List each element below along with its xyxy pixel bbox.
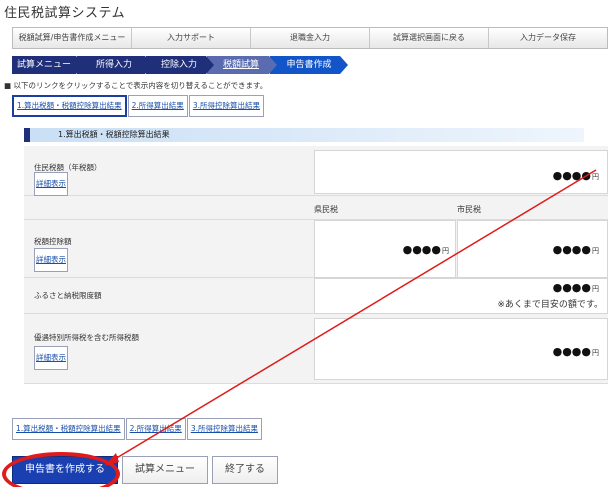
row-tax-credit: 税額控除額 詳細表示 ●●●●円 ●●●●円 (24, 220, 608, 278)
resident-tax-amount: ●●●●円 (552, 169, 599, 182)
tab-tax-credit-result[interactable]: 1.算出税額・税額控除算出結果 (12, 95, 127, 117)
row-furusato: ふるさと納税限度額 ●●●●円 ※あくまで目安の額です。 (24, 278, 608, 314)
municipal-credit-cell: ●●●●円 (457, 220, 608, 278)
municipal-tax-header: 市民税 (457, 205, 481, 214)
menu-tax-menu[interactable]: 税額試算/申告書作成メニュー (13, 28, 132, 48)
separate-income-amount: ●●●●円 (552, 345, 599, 358)
menu-save-data[interactable]: 入力データ保存 (489, 28, 607, 48)
row-separate-income-tax: 優遇特別所得税を含む所得税額 詳細表示 ●●●●円 (24, 314, 608, 384)
result-tabs-top: 1.算出税額・税額控除算出結果 2.所得算出結果 3.所得控除算出結果 (12, 95, 265, 117)
row-column-headers: 県民税 市民税 (24, 196, 608, 220)
step-menu[interactable]: 試算メニュー (12, 56, 84, 74)
step-deduction-input[interactable]: 控除入力 (146, 56, 214, 74)
municipal-credit-amount: ●●●●円 (552, 243, 599, 256)
menu-back-to-selection[interactable]: 試算選択画面に戻る (370, 28, 489, 48)
tax-credit-detail-button[interactable]: 詳細表示 (34, 248, 68, 272)
tab-income-result-bottom[interactable]: 2.所得算出結果 (125, 418, 186, 440)
tab-deduction-result-bottom[interactable]: 3.所得控除算出結果 (186, 418, 262, 440)
section-title: 1.算出税額・税額控除算出結果 (58, 130, 170, 139)
result-table: 住民税額（年税額） 詳細表示 ●●●●円 県民税 市民税 税額控除額 詳細表示 … (24, 146, 608, 410)
separate-income-tax-label: 優遇特別所得税を含む所得税額 (34, 333, 139, 342)
row-resident-tax: 住民税額（年税額） 詳細表示 ●●●●円 (24, 146, 608, 196)
furusato-label: ふるさと納税限度額 (34, 291, 102, 300)
tab-tax-credit-result-bottom[interactable]: 1.算出税額・税額控除算出結果 (12, 418, 125, 440)
prefectural-credit-amount: ●●●●円 (402, 243, 449, 256)
step-tax-estimate[interactable]: 税額試算 (207, 56, 277, 74)
tab-income-result[interactable]: 2.所得算出結果 (127, 95, 188, 117)
tax-menu-button[interactable]: 試算メニュー (122, 456, 208, 484)
separate-income-detail-button[interactable]: 詳細表示 (34, 346, 68, 370)
top-menubar: 税額試算/申告書作成メニュー 入力サポート 退職金入力 試算選択画面に戻る 入力… (12, 27, 608, 49)
step-navigation: 試算メニュー 所得入力 控除入力 税額試算 申告書作成 (12, 56, 348, 74)
step-income-input[interactable]: 所得入力 (77, 56, 153, 74)
tax-credit-label: 税額控除額 (34, 237, 72, 246)
prefectural-credit-cell: ●●●●円 (314, 220, 456, 278)
end-button[interactable]: 終了する (212, 456, 278, 484)
menu-retirement-input[interactable]: 退職金入力 (251, 28, 370, 48)
instruction-text: ■ 以下のリンクをクリックすることで表示内容を切り替えることができます。 (4, 81, 268, 90)
furusato-value-cell: ●●●●円 ※あくまで目安の額です。 (314, 278, 608, 314)
tab-deduction-result[interactable]: 3.所得控除算出結果 (188, 95, 264, 117)
step-create-return[interactable]: 申告書作成 (270, 56, 348, 74)
furusato-amount: ●●●●円 (552, 281, 599, 294)
menu-input-support[interactable]: 入力サポート (132, 28, 251, 48)
resident-tax-detail-button[interactable]: 詳細表示 (34, 172, 68, 196)
resident-tax-value-cell: ●●●●円 (314, 150, 608, 194)
separate-income-value-cell: ●●●●円 (314, 318, 608, 380)
app-title: 住民税試算システム (4, 6, 126, 21)
prefectural-tax-header: 県民税 (314, 205, 338, 214)
result-tabs-bottom: 1.算出税額・税額控除算出結果 2.所得算出結果 3.所得控除算出結果 (12, 418, 263, 440)
section-header: 1.算出税額・税額控除算出結果 (24, 128, 584, 142)
furusato-note: ※あくまで目安の額です。 (497, 300, 603, 310)
